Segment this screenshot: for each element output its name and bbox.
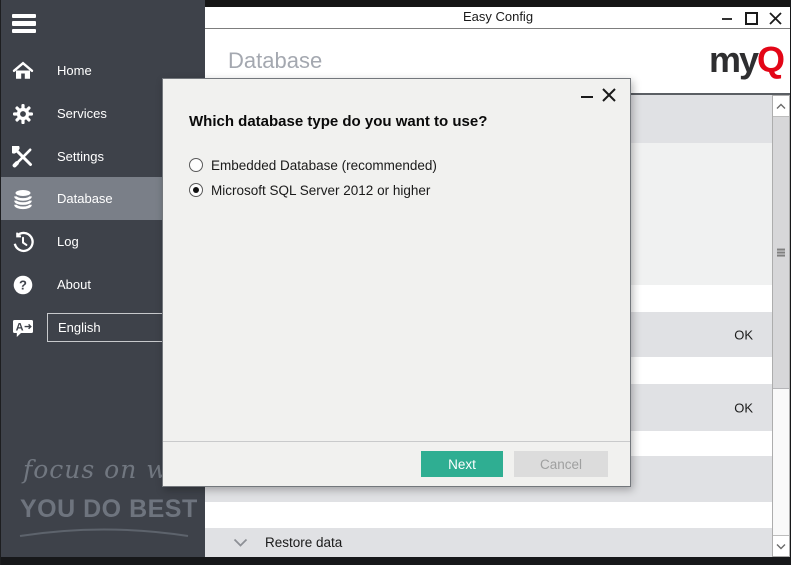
close-icon[interactable] [763,7,787,29]
radio-option-mssql[interactable]: Microsoft SQL Server 2012 or higher [189,179,430,201]
history-icon [12,231,34,253]
dialog-footer-divider [163,441,630,442]
scroll-up-icon[interactable] [773,96,789,117]
radio-icon [189,158,203,172]
motto-arc [16,522,192,540]
window-top-strip [205,0,791,7]
tools-icon [12,146,34,168]
titlebar: Easy Config [205,7,791,29]
database-type-dialog: Which database type do you want to use? … [162,78,631,487]
window-bottom-edge [0,557,791,565]
window-left-edge [0,0,1,565]
sidebar-item-label: Database [57,191,113,206]
language-value: English [58,320,101,335]
svg-text:A: A [16,321,24,333]
translate-icon: A [12,317,34,339]
svg-text:?: ? [19,277,27,292]
next-button[interactable]: Next [421,451,503,477]
window-title: Easy Config [205,9,791,24]
status-ok-1: OK [734,327,753,342]
logo-my: my [709,39,757,80]
scroll-down-icon[interactable] [773,535,789,556]
spacer-row [205,502,772,528]
chevron-down-icon [233,538,248,547]
radio-option-label: Microsoft SQL Server 2012 or higher [211,183,430,198]
dialog-close-icon[interactable] [598,85,620,105]
radio-icon [189,183,203,197]
minimize-icon[interactable] [715,7,739,29]
question-icon: ? [12,274,34,296]
restore-data-section[interactable]: Restore data [205,528,772,557]
radio-option-embedded[interactable]: Embedded Database (recommended) [189,154,437,176]
vertical-scrollbar[interactable] [772,95,790,557]
dialog-question: Which database type do you want to use? [189,113,487,130]
motto-line2: YOU DO BEST [20,495,198,524]
cancel-button[interactable]: Cancel [514,451,608,477]
scrollbar-thumb[interactable] [773,117,789,389]
sidebar-item-label: About [57,277,91,292]
status-ok-2: OK [734,400,753,415]
sidebar-item-label: Log [57,234,79,249]
home-icon [12,60,34,82]
dialog-minimize-icon[interactable] [576,85,598,105]
page-title: Database [228,48,322,74]
sidebar-item-label: Settings [57,149,104,164]
hamburger-menu-icon[interactable] [12,14,36,33]
scrollbar-grip [777,247,785,258]
gear-icon [12,103,34,125]
radio-option-label: Embedded Database (recommended) [211,158,437,173]
maximize-icon[interactable] [739,7,763,29]
myq-logo: myQ [709,39,783,81]
easy-config-window: Home Services Settings Database Log [0,0,791,565]
database-icon [12,188,34,210]
sidebar-item-label: Home [57,63,92,78]
restore-data-label: Restore data [265,535,342,550]
sidebar-item-label: Services [57,106,107,121]
logo-q: Q [757,39,783,80]
